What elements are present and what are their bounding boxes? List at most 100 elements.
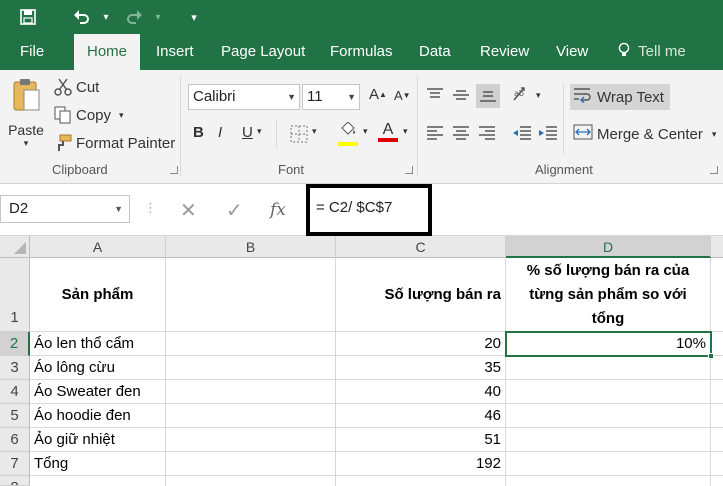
cell-d6[interactable] [506,428,711,452]
cell-e1[interactable] [711,258,723,332]
cell-e7[interactable] [711,452,723,476]
cancel-entry-icon[interactable]: ✕ [180,198,197,223]
cell-d5[interactable] [506,404,711,428]
column-header-e[interactable] [711,236,723,258]
cell-b3[interactable] [166,356,336,380]
customize-toolbar-icon[interactable]: ▾ [182,6,206,28]
tab-view[interactable]: View [554,34,590,70]
row-header-7[interactable]: 7 [0,452,30,476]
save-icon[interactable] [16,6,40,28]
cell-a6[interactable]: Ảo giữ nhiệt [30,428,166,452]
tab-file[interactable]: File [18,34,46,70]
merge-center-dropdown-icon[interactable]: ▾ [712,129,717,140]
cell-b2[interactable] [166,332,336,356]
cell-b7[interactable] [166,452,336,476]
cell-c3[interactable]: 35 [336,356,506,380]
font-size-dropdown-icon[interactable]: ▼ [347,85,356,109]
redo-icon[interactable] [122,6,146,28]
row-header-5[interactable]: 5 [0,404,30,428]
cell-b6[interactable] [166,428,336,452]
paste-dropdown-icon[interactable]: ▾ [24,138,29,149]
orientation-dropdown-icon[interactable]: ▾ [536,90,541,101]
align-right-icon[interactable] [478,126,496,140]
wrap-text-button[interactable]: Wrap Text [570,84,670,110]
undo-icon[interactable] [70,6,94,28]
alignment-launcher-icon[interactable] [710,166,718,174]
column-header-c[interactable]: C [336,236,506,258]
copy-dropdown-icon[interactable]: ▾ [119,110,124,121]
decrease-indent-icon[interactable] [512,126,532,140]
select-all-button[interactable] [0,236,30,258]
cell-a2[interactable]: Áo len thổ cẩm [30,332,166,356]
cell-a7[interactable]: Tổng [30,452,166,476]
column-header-a[interactable]: A [30,236,166,258]
row-header-4[interactable]: 4 [0,380,30,404]
increase-font-icon[interactable]: A ▲ [369,86,387,103]
paste-button[interactable]: Paste ▾ [6,78,46,158]
top-align-icon[interactable] [426,88,444,102]
undo-dropdown-icon[interactable]: ▾ [94,6,118,28]
cell-a8[interactable] [30,476,166,486]
formula-bar-grip-icon[interactable]: ⋮ [144,200,157,216]
font-color-dropdown-icon[interactable]: ▾ [403,126,408,137]
bold-button[interactable]: B [193,124,204,141]
clipboard-launcher-icon[interactable] [170,166,178,174]
underline-dropdown-icon[interactable]: ▾ [257,126,262,137]
column-header-b[interactable]: B [166,236,336,258]
cell-d4[interactable] [506,380,711,404]
cell-c8[interactable] [336,476,506,486]
confirm-entry-icon[interactable]: ✓ [226,198,243,223]
cell-c4[interactable]: 40 [336,380,506,404]
cell-a1[interactable]: Sản phẩm [30,258,166,332]
row-header-3[interactable]: 3 [0,356,30,380]
cell-b1[interactable] [166,258,336,332]
row-header-8[interactable]: 8 [0,476,30,486]
tab-data[interactable]: Data [417,34,453,70]
row-header-2[interactable]: 2 [0,332,30,356]
cell-b4[interactable] [166,380,336,404]
row-header-1[interactable]: 1 [0,258,30,332]
redo-dropdown-icon[interactable]: ▾ [146,6,170,28]
tell-me-search[interactable]: Tell me what [616,34,723,96]
cell-b8[interactable] [166,476,336,486]
cell-d3[interactable] [506,356,711,380]
tab-page-layout[interactable]: Page Layout [219,34,307,70]
tab-formulas[interactable]: Formulas [328,34,395,70]
merge-center-button[interactable]: Merge & Center ▾ [573,124,716,144]
font-name-combo[interactable]: Calibri ▼ [188,84,300,110]
format-painter-button[interactable]: Format Painter [54,134,175,152]
font-color-button[interactable]: A [378,122,398,142]
align-left-icon[interactable] [426,126,444,140]
increase-indent-icon[interactable] [538,126,558,140]
copy-button[interactable]: Copy ▾ [54,106,124,124]
cell-c2[interactable]: 20 [336,332,506,356]
cell-a4[interactable]: Áo Sweater đen [30,380,166,404]
italic-button[interactable]: I [218,124,222,141]
tab-review[interactable]: Review [478,34,531,70]
cell-c1[interactable]: Số lượng bán ra [336,258,506,332]
borders-dropdown-icon[interactable]: ▾ [312,126,317,137]
font-launcher-icon[interactable] [405,166,413,174]
cell-c5[interactable]: 46 [336,404,506,428]
formula-input[interactable]: = C2/ $C$7 [316,199,392,216]
cell-d7[interactable] [506,452,711,476]
font-size-combo[interactable]: 11 ▼ [302,84,360,110]
cell-e5[interactable] [711,404,723,428]
cell-d8[interactable] [506,476,711,486]
font-name-dropdown-icon[interactable]: ▼ [287,85,296,109]
fill-color-button[interactable] [338,121,358,146]
align-center-icon[interactable] [452,126,470,140]
cell-a5[interactable]: Áo hoodie đen [30,404,166,428]
middle-align-icon[interactable] [452,88,470,102]
bottom-align-icon[interactable] [476,84,500,108]
cell-b5[interactable] [166,404,336,428]
cell-d1[interactable]: % số lượng bán ra của từng sản phẩm so v… [506,258,711,332]
cell-c7[interactable]: 192 [336,452,506,476]
column-header-d[interactable]: D [506,236,711,258]
name-box[interactable]: D2 ▼ [0,195,130,223]
insert-function-button[interactable]: fx [270,200,286,220]
cell-e6[interactable] [711,428,723,452]
decrease-font-icon[interactable]: A ▼ [394,88,411,103]
tab-insert[interactable]: Insert [154,34,196,70]
tab-home[interactable]: Home [74,34,140,70]
